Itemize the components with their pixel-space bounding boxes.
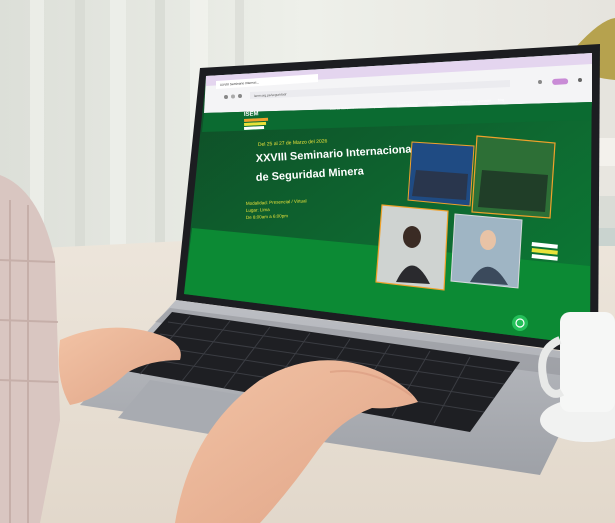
extensions-icon[interactable] bbox=[538, 80, 542, 84]
profile-button[interactable] bbox=[552, 78, 569, 85]
nav-item-blog[interactable]: Blog bbox=[498, 98, 505, 102]
menu-icon[interactable] bbox=[578, 78, 582, 82]
nav-item-contact[interactable]: Contacto bbox=[478, 99, 492, 104]
event-detail-place: Lugar: Lima bbox=[246, 207, 270, 213]
reload-icon[interactable] bbox=[238, 94, 242, 98]
photo-scene: XXVIII Seminario Internac... isem.org.pe… bbox=[0, 0, 615, 523]
site-logo[interactable]: ISEM bbox=[244, 111, 259, 118]
whatsapp-button[interactable] bbox=[512, 315, 528, 331]
nav-item-location[interactable]: Ubicación bbox=[428, 101, 443, 106]
back-icon[interactable] bbox=[224, 95, 228, 99]
forward-icon[interactable] bbox=[231, 94, 235, 99]
